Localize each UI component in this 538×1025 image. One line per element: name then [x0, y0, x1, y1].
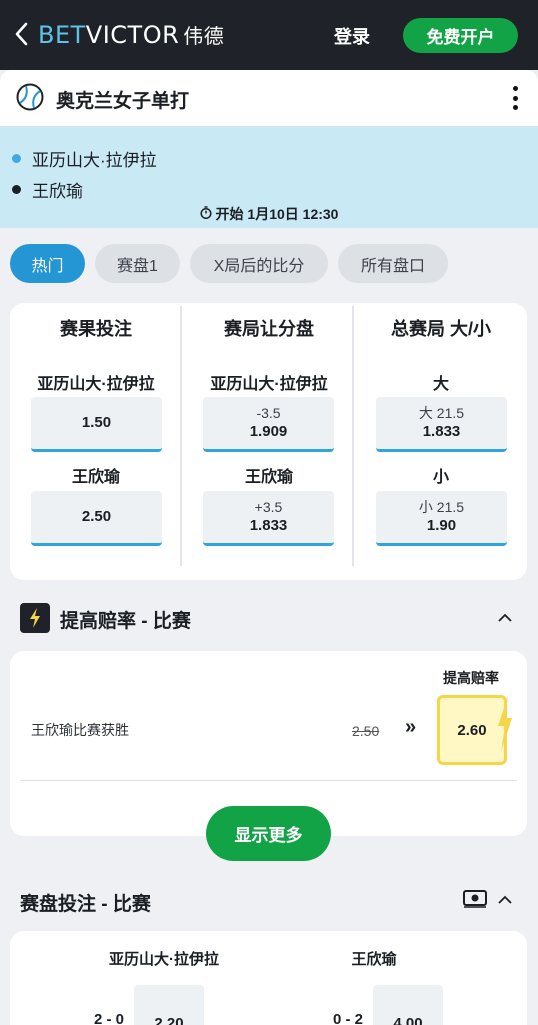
handicap-p2-odd-button[interactable]: +3.5 1.833 — [203, 491, 334, 546]
odd-price: 1.909 — [249, 423, 288, 440]
boost-old-odd: 2.50 — [352, 723, 380, 739]
tab-all-markets[interactable]: 所有盘口 — [338, 244, 448, 283]
odd-price: 1.833 — [249, 517, 288, 534]
column-divider — [352, 306, 354, 566]
odd-price: 1.833 — [422, 423, 461, 440]
tab-popular[interactable]: 热门 — [10, 244, 85, 283]
chevron-up-icon[interactable] — [497, 610, 513, 626]
back-chevron-icon[interactable] — [14, 22, 34, 48]
login-button[interactable]: 登录 — [334, 23, 370, 49]
boost-section-title: 提高赔率 - 比赛 — [60, 611, 191, 632]
stopwatch-icon — [199, 206, 212, 222]
betvictor-logo[interactable]: BETVICTOR 伟德 — [38, 20, 224, 49]
event-title: 奥克兰女子单打 — [56, 91, 190, 112]
total-under-odd-button[interactable]: 小 21.5 1.90 — [376, 491, 507, 546]
odd-line: 小 21.5 — [418, 499, 465, 515]
tab-score-after-x-games[interactable]: X局后的比分 — [190, 244, 328, 283]
total-over-odd-button[interactable]: 大 21.5 1.833 — [376, 397, 507, 452]
total-under-label: 小 — [432, 469, 449, 486]
winner-p2-label: 王欣瑜 — [71, 469, 120, 486]
boost-lightning-icon — [494, 694, 514, 754]
winner-p1-label: 亚历山大·拉伊拉 — [37, 376, 155, 393]
player-2-dot — [12, 185, 21, 194]
winner-p1-odd-button[interactable]: 1.50 — [31, 397, 162, 452]
double-chevron-right-icon: » — [405, 716, 417, 738]
player-2: 王欣瑜 — [12, 177, 83, 202]
logo-cn-text: 伟德 — [183, 24, 225, 48]
correct-score-card — [10, 931, 527, 1025]
correct-score-section-title: 赛盘投注 - 比赛 — [20, 894, 151, 915]
start-time-text: 开始 1月10日 12:30 — [215, 206, 339, 222]
correct-score-p2-odd-button[interactable]: 4.00 — [373, 985, 443, 1025]
player-2-name: 王欣瑜 — [32, 182, 83, 201]
handicap-p2-label: 王欣瑜 — [244, 469, 293, 486]
boost-new-odd: 2.60 — [457, 721, 487, 739]
signup-button[interactable]: 免费开户 — [403, 18, 518, 53]
player-1: 亚历山大·拉伊拉 — [12, 146, 157, 171]
start-time: 开始 1月10日 12:30 — [0, 204, 538, 224]
total-over-label: 大 — [432, 376, 449, 393]
odd-price: 2.20 — [154, 1014, 184, 1025]
cash-out-icon — [463, 890, 487, 908]
odd-line: -3.5 — [256, 405, 281, 421]
chevron-up-icon[interactable] — [497, 892, 513, 908]
more-options-icon[interactable] — [508, 86, 522, 110]
tennis-ball-icon — [16, 83, 44, 111]
divider — [20, 780, 517, 781]
player-1-serve-dot — [12, 154, 21, 163]
correct-score-p1-odd-button[interactable]: 2.20 — [134, 985, 204, 1025]
odd-price: 2.50 — [81, 508, 112, 525]
correct-score-player-1: 亚历山大·拉伊拉 — [109, 951, 219, 968]
odd-line: +3.5 — [254, 499, 283, 515]
logo-bet-text: BET — [38, 21, 86, 49]
show-more-button[interactable]: 显示更多 — [206, 806, 331, 861]
market-title-handicap: 赛局让分盘 — [224, 319, 314, 339]
odd-price: 4.00 — [393, 1014, 423, 1025]
boost-selection: 王欣瑜比赛获胜 — [31, 722, 129, 738]
odd-price: 1.50 — [81, 414, 112, 431]
winner-p2-odd-button[interactable]: 2.50 — [31, 491, 162, 546]
odd-line: 大 21.5 — [418, 405, 465, 421]
player-1-name: 亚历山大·拉伊拉 — [32, 151, 157, 170]
tab-set-1[interactable]: 赛盘1 — [95, 244, 180, 283]
column-divider — [180, 306, 182, 566]
lightning-icon — [20, 603, 50, 633]
correct-score-label: 0 - 2 — [333, 1011, 364, 1025]
correct-score-player-2: 王欣瑜 — [351, 951, 397, 968]
handicap-p1-odd-button[interactable]: -3.5 1.909 — [203, 397, 334, 452]
handicap-p1-label: 亚历山大·拉伊拉 — [210, 376, 328, 393]
market-title-total: 总赛局 大/小 — [390, 319, 491, 339]
logo-victor-text: VICTOR — [85, 21, 180, 49]
odd-price: 1.90 — [426, 517, 457, 534]
correct-score-label: 2 - 0 — [94, 1011, 125, 1025]
market-title-winner: 赛果投注 — [60, 319, 132, 339]
boost-odds-label: 提高赔率 — [443, 670, 499, 686]
